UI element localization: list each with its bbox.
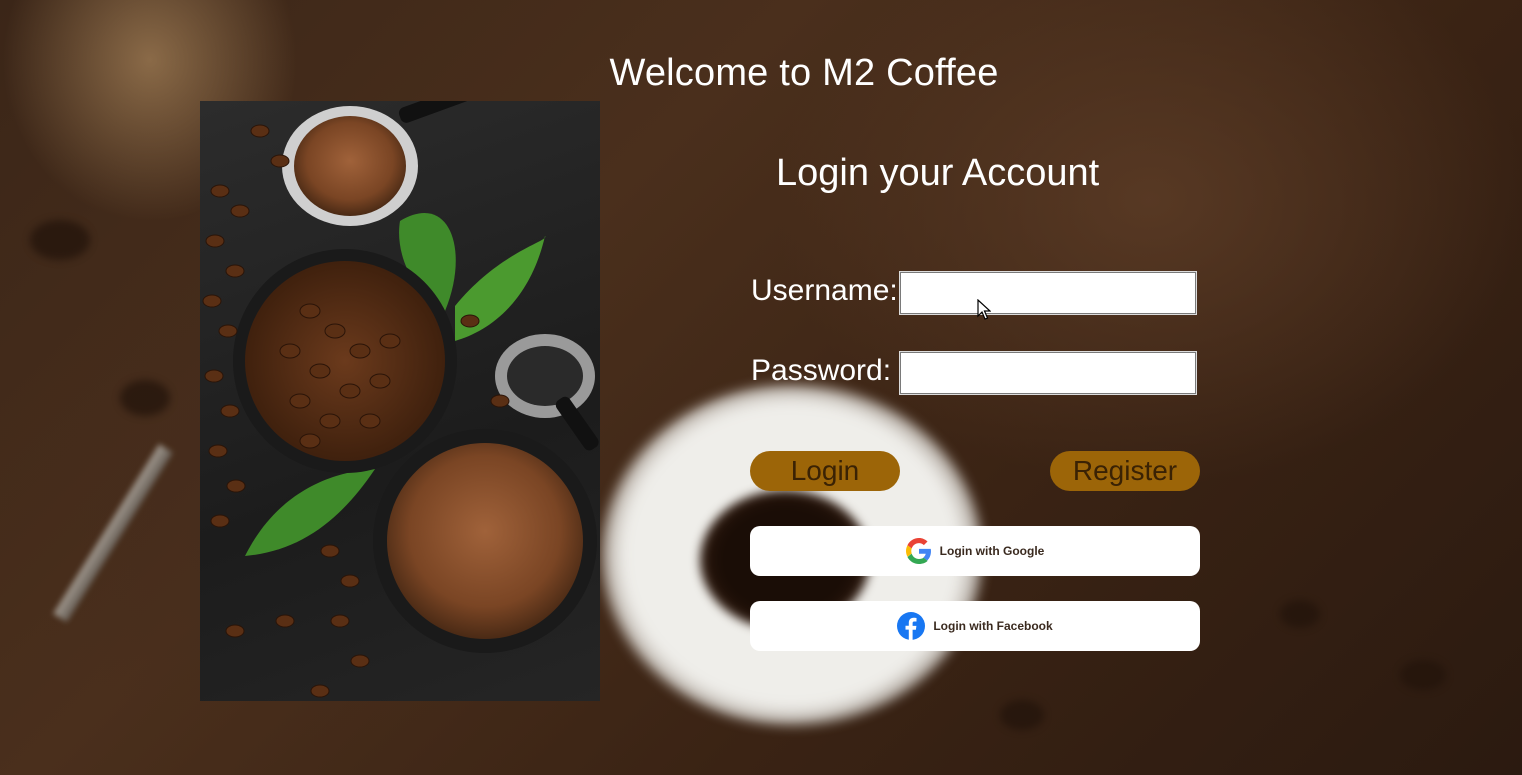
google-icon (905, 538, 932, 564)
username-input[interactable] (899, 271, 1197, 315)
background-bean (120, 380, 170, 416)
google-login-button[interactable]: Login with Google (750, 526, 1200, 576)
login-page: Welcome to M2 Coffee Login your Account … (0, 0, 1522, 775)
password-label: Password: (751, 354, 892, 387)
facebook-icon (897, 612, 926, 640)
username-label: Username: (751, 274, 898, 307)
page-title: Welcome to M2 Coffee (609, 52, 999, 94)
background-bean (1000, 700, 1044, 730)
login-title: Login your Account (776, 152, 1100, 194)
register-button[interactable]: Register (1050, 451, 1200, 491)
background-bean (1280, 600, 1320, 628)
coffee-photo (200, 101, 600, 701)
password-input[interactable] (899, 351, 1197, 395)
background-spoon (53, 444, 173, 623)
facebook-login-button[interactable]: Login with Facebook (750, 601, 1200, 651)
login-button[interactable]: Login (750, 451, 900, 491)
coffee-illustration (202, 101, 599, 698)
facebook-button-label: Login with Facebook (933, 619, 1053, 633)
mouse-pointer-icon (977, 298, 992, 326)
background-bean (1400, 660, 1446, 690)
background-bean (30, 220, 90, 260)
google-button-label: Login with Google (939, 544, 1045, 558)
